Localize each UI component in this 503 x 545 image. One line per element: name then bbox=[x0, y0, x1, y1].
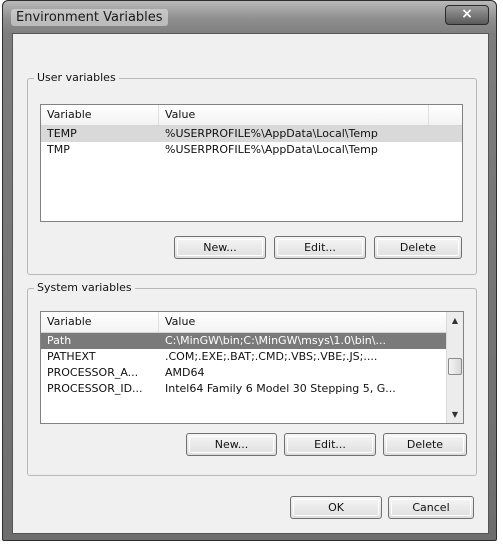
ok-button[interactable]: OK bbox=[290, 496, 382, 519]
variable-value: AMD64 bbox=[165, 366, 205, 379]
system-variables-list[interactable]: Variable Value Path C:\MinGW\bin;C:\MinG… bbox=[40, 311, 464, 424]
button-label: New... bbox=[203, 241, 237, 254]
system-variables-group: System variables Variable Value Path C:\… bbox=[27, 281, 477, 476]
list-header: Variable Value bbox=[41, 312, 448, 333]
system-variable-row[interactable]: PATHEXT .COM;.EXE;.BAT;.CMD;.VBS;.VBE;.J… bbox=[41, 349, 446, 365]
button-label: Delete bbox=[406, 438, 444, 451]
variable-name: TMP bbox=[47, 143, 70, 156]
column-header-variable[interactable]: Variable bbox=[41, 312, 159, 332]
variable-name: Path bbox=[47, 334, 72, 347]
close-button[interactable]: × bbox=[445, 5, 489, 25]
user-variable-row[interactable]: TMP %USERPROFILE%\AppData\Local\Temp bbox=[41, 142, 462, 158]
list-header: Variable Value bbox=[41, 105, 462, 126]
button-label: OK bbox=[328, 501, 344, 514]
column-header-value[interactable]: Value bbox=[159, 312, 448, 332]
window-title: Environment Variables bbox=[11, 9, 168, 26]
user-edit-button[interactable]: Edit... bbox=[274, 236, 366, 259]
column-header-variable[interactable]: Variable bbox=[41, 105, 159, 125]
system-edit-button[interactable]: Edit... bbox=[284, 433, 376, 456]
system-variable-row[interactable]: PROCESSOR_ID... Intel64 Family 6 Model 3… bbox=[41, 381, 446, 397]
system-delete-button[interactable]: Delete bbox=[383, 433, 467, 456]
user-new-button[interactable]: New... bbox=[174, 236, 266, 259]
environment-variables-window: Environment Variables × User variables V… bbox=[2, 0, 497, 541]
button-label: New... bbox=[214, 438, 249, 451]
scroll-up-icon[interactable]: ▲ bbox=[447, 312, 463, 329]
variable-name: PROCESSOR_ID... bbox=[47, 382, 143, 395]
system-variable-row[interactable]: Path C:\MinGW\bin;C:\MinGW\msys\1.0\bin\… bbox=[41, 333, 446, 349]
button-label: Delete bbox=[399, 241, 437, 254]
variable-value: .COM;.EXE;.BAT;.CMD;.VBS;.VBE;.JS;.... bbox=[165, 350, 378, 363]
variable-value: %USERPROFILE%\AppData\Local\Temp bbox=[165, 127, 378, 140]
title-bar[interactable]: Environment Variables × bbox=[3, 1, 496, 33]
system-variables-label: System variables bbox=[34, 281, 135, 294]
close-icon: × bbox=[461, 6, 473, 22]
variable-value: %USERPROFILE%\AppData\Local\Temp bbox=[165, 143, 378, 156]
variable-name: TEMP bbox=[47, 127, 77, 140]
column-header-value[interactable]: Value bbox=[159, 105, 429, 125]
scrollbar-thumb[interactable] bbox=[448, 358, 462, 375]
system-new-button[interactable]: New... bbox=[186, 433, 277, 456]
button-label: Cancel bbox=[412, 501, 450, 514]
user-variable-row[interactable]: TEMP %USERPROFILE%\AppData\Local\Temp bbox=[41, 126, 462, 142]
scroll-down-icon[interactable]: ▼ bbox=[447, 406, 463, 423]
system-variable-row[interactable]: PROCESSOR_A... AMD64 bbox=[41, 365, 446, 381]
button-label: Edit... bbox=[304, 241, 336, 254]
user-variables-list[interactable]: Variable Value TEMP %USERPROFILE%\AppDat… bbox=[40, 104, 463, 222]
user-variables-group: User variables Variable Value TEMP %USER… bbox=[27, 71, 477, 275]
cancel-button[interactable]: Cancel bbox=[388, 496, 474, 519]
user-delete-button[interactable]: Delete bbox=[374, 236, 462, 259]
variable-name: PATHEXT bbox=[47, 350, 96, 363]
user-variables-label: User variables bbox=[34, 71, 119, 84]
button-label: Edit... bbox=[314, 438, 346, 451]
dialog-client-area: User variables Variable Value TEMP %USER… bbox=[12, 33, 489, 534]
variable-name: PROCESSOR_A... bbox=[47, 366, 139, 379]
variable-value: C:\MinGW\bin;C:\MinGW\msys\1.0\bin\... bbox=[165, 334, 386, 347]
variable-value: Intel64 Family 6 Model 30 Stepping 5, G.… bbox=[165, 382, 396, 395]
vertical-scrollbar[interactable]: ▲ ▼ bbox=[446, 312, 463, 423]
